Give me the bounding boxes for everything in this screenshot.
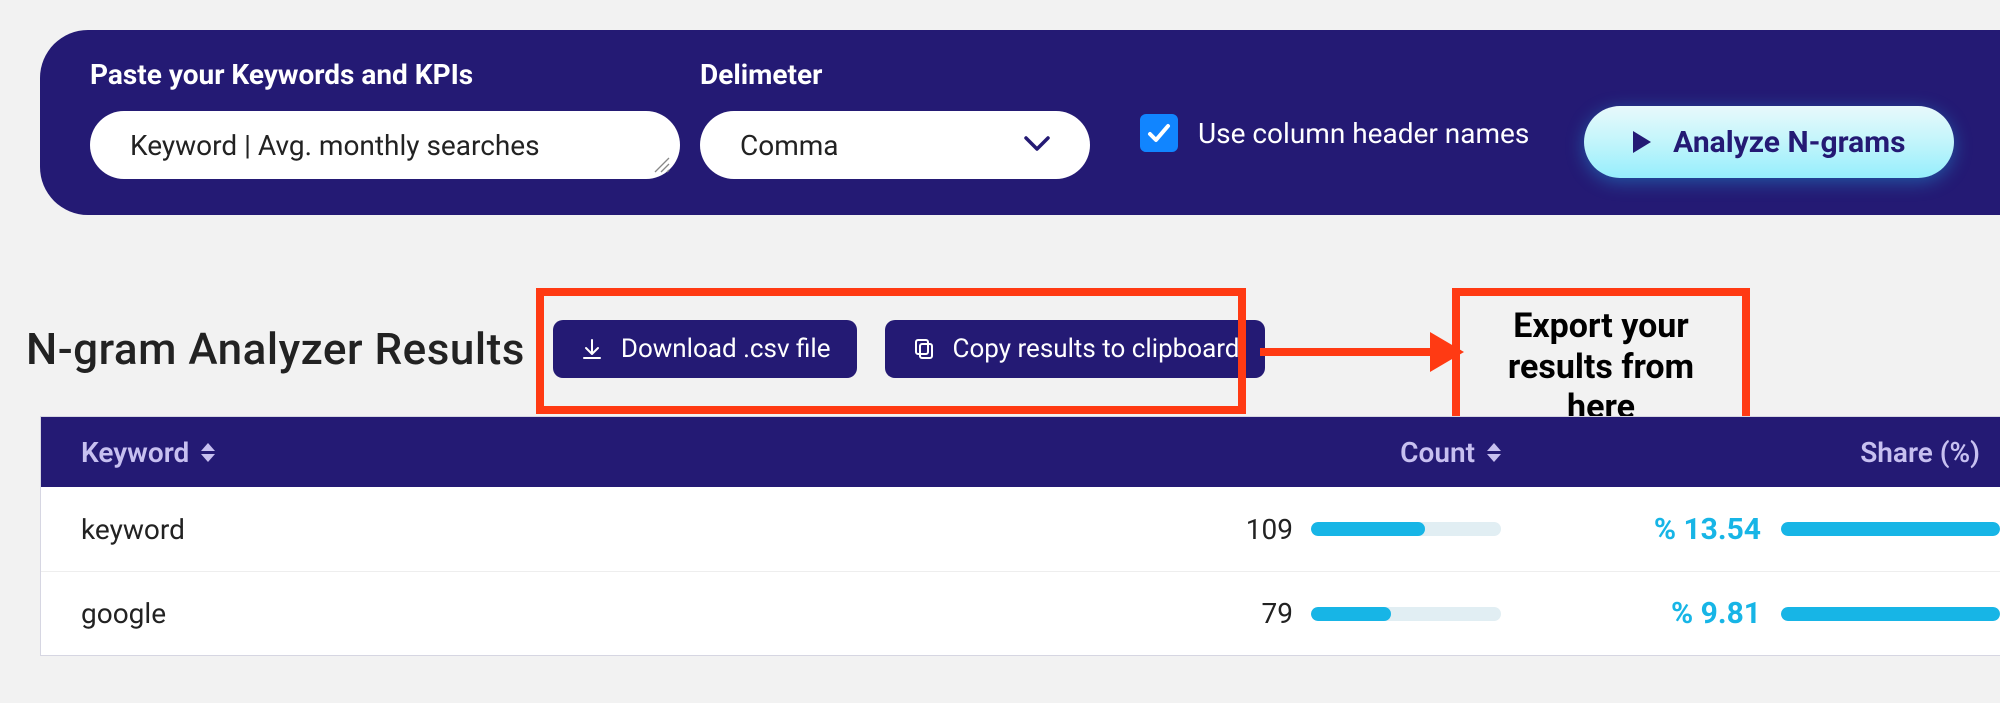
keywords-input[interactable]: Keyword | Avg. monthly searches (90, 111, 680, 179)
cell-keyword: google (41, 597, 1171, 630)
cell-share-bar (1781, 522, 2000, 536)
delimeter-select[interactable]: Comma (700, 111, 1090, 179)
col-header-keyword-label: Keyword (81, 436, 189, 469)
table-header-row: Keyword Count Share (%) (41, 417, 2000, 487)
results-title: N-gram Analyzer Results (26, 323, 525, 375)
cell-share-pct: % 9.81 (1541, 596, 1781, 631)
col-header-keyword[interactable]: Keyword (41, 436, 1171, 469)
play-icon (1633, 131, 1651, 153)
delimeter-value: Comma (740, 129, 839, 162)
chevron-down-icon (1024, 133, 1050, 158)
header-checkbox-row: Use column header names (1140, 114, 1529, 152)
resize-handle-icon[interactable] (652, 155, 670, 173)
annotation-text: Export your results from here (1470, 306, 1732, 428)
cell-share-pct: % 13.54 (1541, 512, 1781, 547)
annotation-arrow-icon (1260, 348, 1460, 356)
col-header-count[interactable]: Count (1171, 436, 1541, 469)
cell-count: 79 (1171, 597, 1311, 630)
analyze-button[interactable]: Analyze N-grams (1584, 106, 1954, 178)
keywords-label: Paste your Keywords and KPIs (90, 58, 680, 91)
cell-keyword: keyword (41, 513, 1171, 546)
keywords-input-value: Keyword | Avg. monthly searches (130, 129, 540, 162)
table-row: google79 % 9.81 (41, 571, 2000, 655)
sort-icon (201, 443, 215, 462)
col-header-share[interactable]: Share (%) (1541, 436, 2000, 469)
cell-count-bar (1311, 607, 1541, 621)
sort-icon (1487, 443, 1501, 462)
table-row: keyword109 % 13.54 (41, 487, 2000, 571)
analyze-button-label: Analyze N-grams (1673, 125, 1905, 160)
cell-count: 109 (1171, 513, 1311, 546)
use-header-checkbox[interactable] (1140, 114, 1178, 152)
keywords-column: Paste your Keywords and KPIs Keyword | A… (90, 58, 680, 179)
col-header-share-label: Share (%) (1860, 436, 1980, 469)
use-header-label: Use column header names (1198, 117, 1529, 150)
annotation-highlight-box (536, 288, 1246, 414)
delimeter-label: Delimeter (700, 58, 1095, 91)
results-table: Keyword Count Share (%) keyword109 % 13.5… (40, 416, 2000, 656)
col-header-count-label: Count (1400, 436, 1475, 469)
cell-share-bar (1781, 607, 2000, 621)
input-panel: Paste your Keywords and KPIs Keyword | A… (40, 30, 2000, 215)
delimeter-column: Delimeter Comma (700, 58, 1095, 179)
cell-count-bar (1311, 522, 1541, 536)
